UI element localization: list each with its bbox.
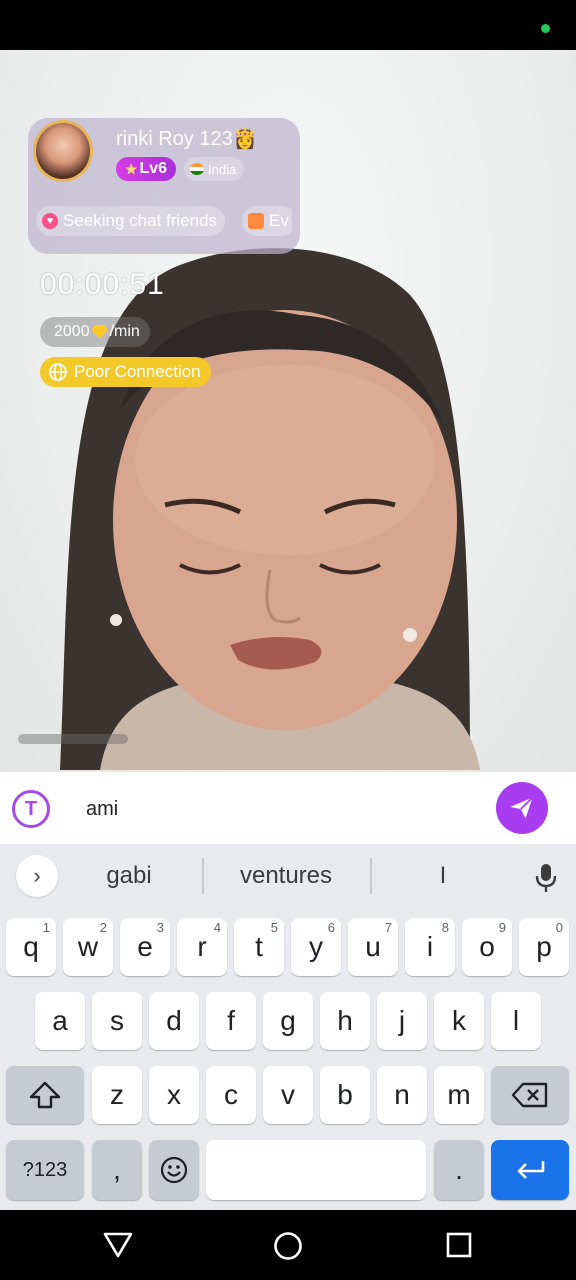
- rate-value: 2000: [54, 323, 90, 340]
- key-n[interactable]: n: [377, 1066, 427, 1124]
- home-circle-icon[interactable]: [272, 1230, 304, 1262]
- suggestion-1[interactable]: gabi: [62, 862, 196, 892]
- period-key[interactable]: .: [434, 1140, 484, 1200]
- camera-indicator-icon: [541, 24, 550, 33]
- key-t[interactable]: t5: [234, 918, 284, 976]
- key-e[interactable]: e3: [120, 918, 170, 976]
- call-rate: 2000 /min: [40, 317, 150, 347]
- enter-key[interactable]: [491, 1140, 569, 1200]
- key-b[interactable]: b: [320, 1066, 370, 1124]
- navigation-bar: [0, 1210, 576, 1280]
- translate-icon[interactable]: T: [12, 790, 50, 828]
- host-avatar[interactable]: [33, 120, 93, 182]
- rate-unit: /min: [109, 323, 140, 340]
- country-tag: India: [184, 157, 245, 181]
- enter-arrow-icon: [517, 1161, 545, 1179]
- key-i[interactable]: i8: [405, 918, 455, 976]
- host-name: rinki Roy 123👸: [116, 128, 258, 150]
- interest-tag-label: Ev: [269, 211, 289, 230]
- key-u[interactable]: u7: [348, 918, 398, 976]
- key-l[interactable]: l: [491, 992, 541, 1050]
- key-a[interactable]: a: [35, 992, 85, 1050]
- globe-icon: [49, 363, 67, 381]
- send-icon: [510, 796, 534, 819]
- country-label: India: [208, 161, 237, 177]
- back-triangle-icon[interactable]: [102, 1230, 134, 1260]
- message-input[interactable]: [86, 792, 466, 826]
- india-flag-icon: [190, 163, 204, 175]
- shift-key[interactable]: [6, 1066, 84, 1124]
- emoji-icon: [160, 1156, 188, 1184]
- space-key[interactable]: [206, 1140, 426, 1200]
- key-x[interactable]: x: [149, 1066, 199, 1124]
- key-m[interactable]: m: [434, 1066, 484, 1124]
- interest-tag-label: Seeking chat friends: [63, 211, 218, 230]
- star-icon: ★: [124, 160, 138, 177]
- diamond-icon: [91, 325, 108, 339]
- comma-key[interactable]: ,: [92, 1140, 142, 1200]
- key-r[interactable]: r4: [177, 918, 227, 976]
- key-c[interactable]: c: [206, 1066, 256, 1124]
- symbols-key[interactable]: ?123: [6, 1140, 84, 1200]
- suggestion-divider: [202, 858, 204, 894]
- connection-status-label: Poor Connection: [74, 362, 201, 381]
- level-badge: ★ Lv6: [116, 157, 176, 181]
- key-p[interactable]: p0: [519, 918, 569, 976]
- emoji-key[interactable]: [149, 1140, 199, 1200]
- key-h[interactable]: h: [320, 992, 370, 1050]
- backspace-icon: [511, 1082, 548, 1108]
- key-q[interactable]: q1: [6, 918, 56, 976]
- interest-tag: ♥ Seeking chat friends: [36, 206, 226, 236]
- chevron-right-icon[interactable]: ›: [16, 855, 58, 897]
- key-z[interactable]: z: [92, 1066, 142, 1124]
- level-label: Lv6: [139, 160, 168, 177]
- connection-status-badge: Poor Connection: [40, 357, 211, 387]
- note-icon: [248, 213, 264, 229]
- recents-square-icon[interactable]: [444, 1230, 474, 1260]
- suggestion-3[interactable]: I: [376, 862, 510, 892]
- key-k[interactable]: k: [434, 992, 484, 1050]
- suggestion-2[interactable]: ventures: [208, 862, 364, 892]
- key-w[interactable]: w2: [63, 918, 113, 976]
- key-j[interactable]: j: [377, 992, 427, 1050]
- key-g[interactable]: g: [263, 992, 313, 1050]
- status-bar: [0, 0, 576, 50]
- key-y[interactable]: y6: [291, 918, 341, 976]
- key-v[interactable]: v: [263, 1066, 313, 1124]
- interest-tags: ♥ Seeking chat friends Ev: [36, 206, 292, 236]
- suggestion-divider: [370, 858, 372, 894]
- key-s[interactable]: s: [92, 992, 142, 1050]
- heart-icon: ♥: [42, 213, 58, 229]
- mic-icon[interactable]: [534, 862, 558, 894]
- interest-tag: Ev: [242, 206, 292, 236]
- send-button[interactable]: [496, 782, 548, 834]
- shift-icon: [29, 1081, 61, 1109]
- call-timer: 00:00:51: [40, 268, 165, 301]
- key-f[interactable]: f: [206, 992, 256, 1050]
- key-o[interactable]: o9: [462, 918, 512, 976]
- key-d[interactable]: d: [149, 992, 199, 1050]
- backspace-key[interactable]: [491, 1066, 569, 1124]
